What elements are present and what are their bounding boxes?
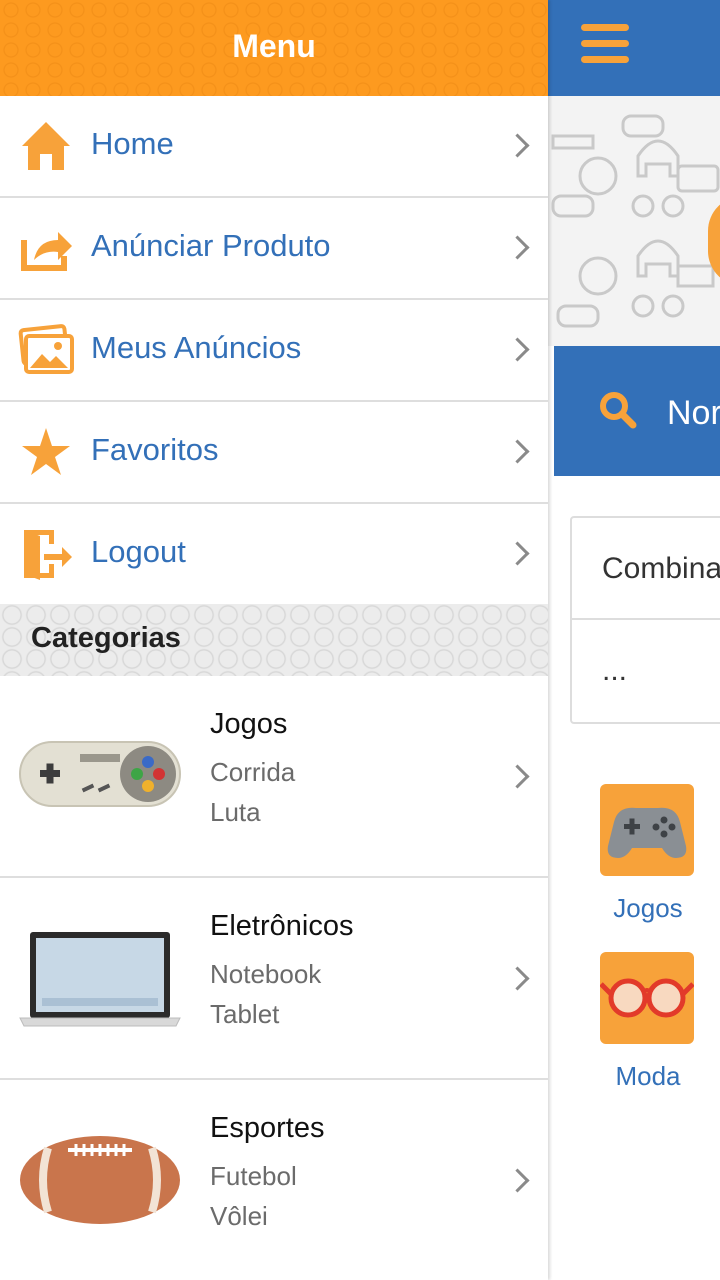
menu-item-my-ads[interactable]: Meus Anúncios: [0, 300, 548, 402]
menu-item-label: Meus Anúncios: [91, 330, 302, 365]
chevron-right-icon: [505, 133, 530, 158]
category-row-jogos[interactable]: Jogos Corrida Luta: [0, 676, 548, 878]
app-header: [548, 0, 720, 96]
category-row-eletronicos[interactable]: Eletrônicos Notebook Tablet: [0, 878, 548, 1080]
category-row-esportes[interactable]: Esportes Futebol Vôlei: [0, 1080, 548, 1280]
gamepad-icon: [19, 741, 181, 807]
menu-item-label: Home: [91, 126, 174, 161]
navigation-drawer: Menu Home Anúnciar Produto Meus Anúncios: [0, 0, 548, 1280]
filter-row-combinations[interactable]: Combina: [572, 518, 720, 620]
category-title: Esportes: [210, 1112, 325, 1144]
share-icon: [21, 232, 72, 271]
categories-header: Categorias: [0, 604, 548, 678]
categories-heading: Categorias: [31, 622, 181, 654]
category-subitem: Tablet: [210, 999, 280, 1029]
products-pattern-icon: [551, 114, 720, 328]
star-icon: [22, 428, 70, 475]
category-tile-jogos[interactable]: [600, 784, 694, 876]
category-title: Eletrônicos: [210, 910, 354, 942]
menu-item-home[interactable]: Home: [0, 96, 548, 198]
main-screen: Nor Combina ... Jogos Moda: [548, 0, 720, 1280]
logout-icon: [24, 530, 72, 580]
menu-item-logout[interactable]: Logout: [0, 504, 548, 606]
menu-item-label: Favoritos: [91, 432, 219, 467]
laptop-icon: [19, 932, 181, 1027]
menu-item-post-product[interactable]: Anúnciar Produto: [0, 198, 548, 300]
controller-icon: [607, 807, 687, 858]
chevron-right-icon: [505, 235, 530, 260]
images-icon: [18, 324, 74, 374]
chevron-right-icon: [505, 439, 530, 464]
menu-item-favorites[interactable]: Favoritos: [0, 402, 548, 504]
football-icon: [20, 1136, 180, 1224]
menu-item-label: Anúnciar Produto: [91, 228, 331, 263]
category-title: Jogos: [210, 708, 288, 740]
category-subitem: Corrida: [210, 757, 296, 787]
search-placeholder: Nor: [667, 394, 720, 432]
category-subitem: Luta: [210, 797, 261, 827]
chevron-right-icon: [505, 966, 530, 991]
menu-item-label: Logout: [91, 534, 186, 569]
search-icon: [600, 392, 637, 429]
category-tile-moda[interactable]: [600, 952, 694, 1044]
home-icon: [22, 122, 70, 170]
drawer-header: Menu: [0, 0, 548, 96]
chevron-right-icon: [505, 337, 530, 362]
category-tile-label[interactable]: Jogos: [548, 893, 720, 924]
search-bar[interactable]: Nor: [554, 346, 720, 476]
category-tile-label[interactable]: Moda: [548, 1061, 720, 1092]
filter-row-more[interactable]: ...: [572, 620, 720, 720]
category-subitem: Futebol: [210, 1161, 297, 1191]
filter-label: ...: [602, 654, 628, 687]
category-subitem: Vôlei: [210, 1201, 268, 1231]
chevron-right-icon: [505, 541, 530, 566]
drawer-title: Menu: [232, 28, 316, 64]
filter-label: Combina: [602, 552, 720, 585]
hamburger-menu-icon[interactable]: [581, 24, 629, 64]
chevron-right-icon: [505, 1168, 530, 1193]
banner-pattern: [548, 96, 720, 346]
glasses-icon: [600, 978, 694, 1018]
category-subitem: Notebook: [210, 959, 322, 989]
filter-list: Combina ...: [570, 516, 720, 724]
chevron-right-icon: [505, 764, 530, 789]
